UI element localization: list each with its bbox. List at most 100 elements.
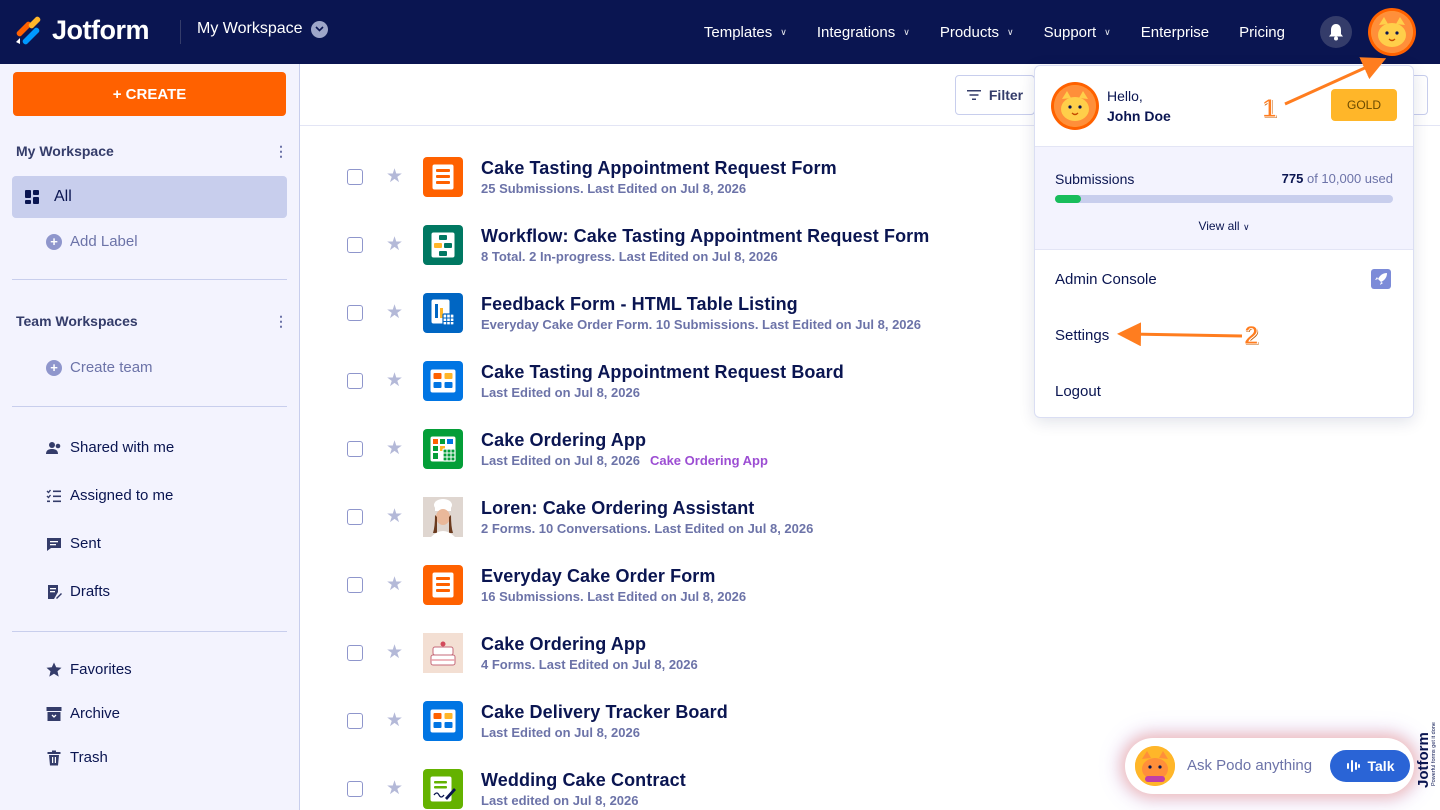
nav-label: Support [1043, 23, 1097, 41]
annotation-step-2: 2 [1243, 320, 1259, 351]
create-team-text: Create team [70, 359, 153, 376]
row-checkbox[interactable] [347, 373, 363, 389]
annotation-step-1: 1 [1261, 93, 1277, 124]
nav-enterprise[interactable]: Enterprise [1126, 24, 1224, 41]
filter-icon [966, 90, 981, 100]
form-meta: 8 Total. 2 In-progress. Last Edited on J… [481, 249, 778, 264]
row-checkbox[interactable] [347, 305, 363, 321]
table-icon [423, 429, 463, 469]
favorite-star-icon[interactable]: ★ [386, 505, 403, 528]
report-icon [423, 293, 463, 333]
favorite-star-icon[interactable]: ★ [386, 641, 403, 664]
form-title[interactable]: Cake Tasting Appointment Request Form [481, 158, 837, 179]
form-tag[interactable]: Cake Ordering App [650, 453, 768, 468]
plus-icon: + [46, 359, 62, 376]
filter-label: Filter [988, 87, 1024, 103]
row-checkbox[interactable] [347, 441, 363, 457]
podo-input[interactable]: Ask Podo anything [1187, 757, 1312, 774]
usage-progress-fill [1055, 195, 1082, 203]
create-team-button[interactable]: + Create team [46, 359, 153, 376]
row-checkbox[interactable] [347, 509, 363, 525]
sidebar-item-archive[interactable]: Archive [46, 705, 120, 722]
kebab-menu-icon[interactable]: ⋮ [274, 143, 288, 160]
filter-button[interactable]: Filter [955, 75, 1035, 115]
logout-link[interactable]: Logout [1055, 383, 1101, 400]
form-row[interactable]: ★ Cake Ordering App 4 Forms. Last Edited o… [300, 615, 1440, 683]
sidebar-item-favorites[interactable]: Favorites [46, 661, 132, 678]
agent-avatar-icon [423, 497, 463, 537]
form-title[interactable]: Cake Ordering App [481, 430, 646, 451]
view-all-button[interactable]: View all ∨ [1035, 219, 1413, 233]
user-name: John Doe [1107, 108, 1171, 124]
row-checkbox[interactable] [347, 169, 363, 185]
sidebar-item-label: Trash [70, 749, 108, 766]
sidebar-item-assigned[interactable]: Assigned to me [46, 487, 173, 504]
nav-divider [180, 20, 181, 44]
jotform-logo[interactable]: Jotform [14, 14, 150, 46]
talk-button[interactable]: Talk [1330, 750, 1410, 782]
workspace-switcher[interactable]: My Workspace [197, 20, 328, 38]
grid-icon [25, 190, 39, 204]
form-row[interactable]: ★ Loren: Cake Ordering Assistant 2 Forms. … [300, 479, 1440, 547]
favorite-star-icon[interactable]: ★ [386, 437, 403, 460]
podo-assistant-bar[interactable]: Ask Podo anything Talk [1125, 738, 1414, 794]
nav-integrations[interactable]: Integrations ∨ [802, 24, 925, 41]
sidebar-divider [12, 279, 287, 280]
row-checkbox[interactable] [347, 577, 363, 593]
sidebar-item-label: Archive [70, 705, 121, 722]
nav-products[interactable]: Products ∨ [925, 24, 1029, 41]
favorite-star-icon[interactable]: ★ [386, 709, 403, 732]
kebab-menu-icon[interactable]: ⋮ [274, 313, 288, 330]
settings-link[interactable]: Settings [1055, 327, 1109, 344]
submissions-count: 775 of 10,000 used [1282, 171, 1393, 186]
add-label-button[interactable]: + Add Label [46, 233, 138, 250]
form-title[interactable]: Cake Tasting Appointment Request Board [481, 362, 844, 383]
user-avatar-button[interactable] [1368, 8, 1416, 56]
form-icon [423, 157, 463, 197]
sidebar-item-drafts[interactable]: Drafts [46, 583, 110, 600]
nav-label: Enterprise [1140, 23, 1210, 41]
form-title[interactable]: Cake Ordering App [481, 634, 646, 655]
checklist-icon [46, 489, 61, 502]
row-checkbox[interactable] [347, 713, 363, 729]
form-meta: 4 Forms. Last Edited on Jul 8, 2026 [481, 657, 698, 672]
form-row[interactable]: ★ Cake Ordering App Last Edited on Jul 8, … [300, 411, 1440, 479]
form-title[interactable]: Feedback Form - HTML Table Listing [481, 294, 798, 315]
view-all-label: View all [1198, 219, 1240, 233]
form-meta: Everyday Cake Order Form. 10 Submissions… [481, 317, 921, 332]
admin-console-link[interactable]: Admin Console [1055, 271, 1157, 288]
form-title[interactable]: Cake Delivery Tracker Board [481, 702, 728, 723]
cat-avatar-icon [1054, 85, 1096, 127]
favorite-star-icon[interactable]: ★ [386, 573, 403, 596]
favorite-star-icon[interactable]: ★ [386, 233, 403, 256]
sidebar-item-all[interactable]: All [12, 176, 287, 218]
form-title[interactable]: Wedding Cake Contract [481, 770, 686, 791]
side-brand-tagline: Powerful forms get it done [1431, 722, 1437, 786]
sidebar-item-shared[interactable]: Shared with me [46, 439, 174, 456]
form-title[interactable]: Workflow: Cake Tasting Appointment Reque… [481, 226, 929, 247]
form-title[interactable]: Loren: Cake Ordering Assistant [481, 498, 754, 519]
form-meta-text: Last Edited on Jul 8, 2026 [481, 453, 640, 468]
row-checkbox[interactable] [347, 237, 363, 253]
rocket-icon [1371, 269, 1391, 289]
jotform-side-badge[interactable]: Jotform Powerful forms get it done [1412, 690, 1438, 790]
form-title[interactable]: Everyday Cake Order Form [481, 566, 716, 587]
favorite-star-icon[interactable]: ★ [386, 777, 403, 800]
favorite-star-icon[interactable]: ★ [386, 301, 403, 324]
nav-support[interactable]: Support ∨ [1029, 24, 1126, 41]
favorite-star-icon[interactable]: ★ [386, 165, 403, 188]
nav-pricing[interactable]: Pricing [1224, 24, 1300, 41]
form-meta-text: Last edited on Jul 8, 2026 [481, 793, 639, 808]
notifications-button[interactable] [1320, 16, 1352, 48]
form-row[interactable]: ★ Everyday Cake Order Form 16 Submissions.… [300, 547, 1440, 615]
sidebar-item-sent[interactable]: Sent [46, 535, 101, 552]
nav-templates[interactable]: Templates ∨ [689, 24, 802, 41]
plan-badge[interactable]: GOLD [1331, 89, 1397, 121]
row-checkbox[interactable] [347, 645, 363, 661]
form-meta-text: 2 Forms. 10 Conversations. Last Edited o… [481, 521, 814, 536]
row-checkbox[interactable] [347, 781, 363, 797]
sidebar-item-trash[interactable]: Trash [46, 749, 108, 766]
my-workspace-heading: My Workspace ⋮ [16, 143, 288, 160]
favorite-star-icon[interactable]: ★ [386, 369, 403, 392]
create-button[interactable]: + CREATE [13, 72, 286, 116]
